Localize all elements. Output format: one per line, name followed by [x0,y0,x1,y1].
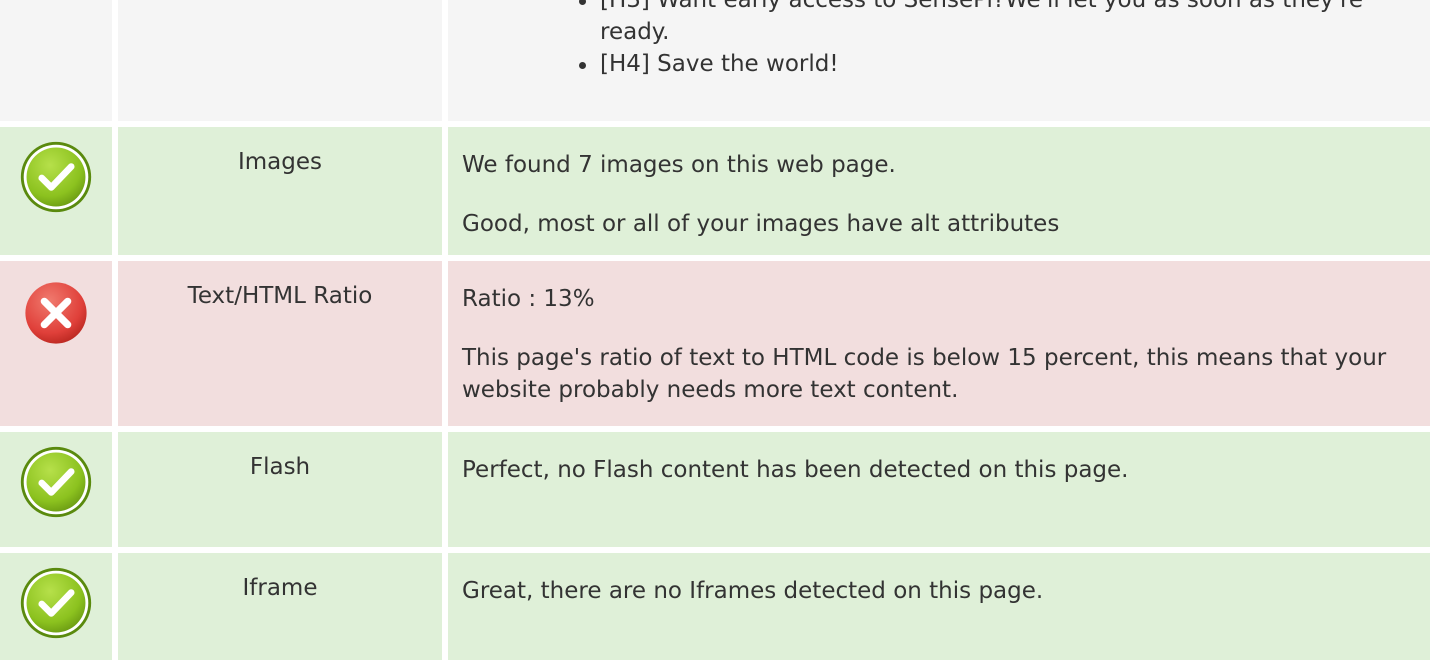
images-line: We found 7 images on this web page. [462,152,896,178]
flash-line: Perfect, no Flash content has been detec… [462,457,1129,483]
headings-label-cell [118,0,448,127]
ratio-line: This page's ratio of text to HTML code i… [462,345,1387,403]
ratio-label: Text/HTML Ratio [118,261,448,432]
check-circle-icon [20,141,92,213]
check-circle-icon [20,567,92,639]
iframe-status-cell [0,553,118,666]
flash-content: Perfect, no Flash content has been detec… [448,432,1430,553]
cross-circle-icon [25,282,87,344]
images-label: Images [118,127,448,261]
headings-content-cell: [H3] Want early access to SensePi?We'll … [448,0,1430,127]
flash-label: Flash [118,432,448,553]
ratio-content: Ratio : 13% This page's ratio of text to… [448,261,1430,432]
check-circle-icon [20,446,92,518]
images-content: We found 7 images on this web page. Good… [448,127,1430,261]
seo-report-table: [H3] Want early access to SensePi?We'll … [0,0,1430,666]
iframe-label: Iframe [118,553,448,666]
ratio-line: Ratio : 13% [462,286,595,312]
heading-item: [H3] Want early access to SensePi?We'll … [574,0,1376,48]
flash-status-cell [0,432,118,553]
images-line: Good, most or all of your images have al… [462,211,1060,237]
ratio-status-cell [0,261,118,432]
headings-list: [H3] Want early access to SensePi?We'll … [462,0,1416,80]
headings-status-cell [0,0,118,127]
images-status-cell [0,127,118,261]
heading-item: [H4] Save the world! [574,48,1376,80]
iframe-line: Great, there are no Iframes detected on … [462,578,1044,604]
iframe-content: Great, there are no Iframes detected on … [448,553,1430,666]
